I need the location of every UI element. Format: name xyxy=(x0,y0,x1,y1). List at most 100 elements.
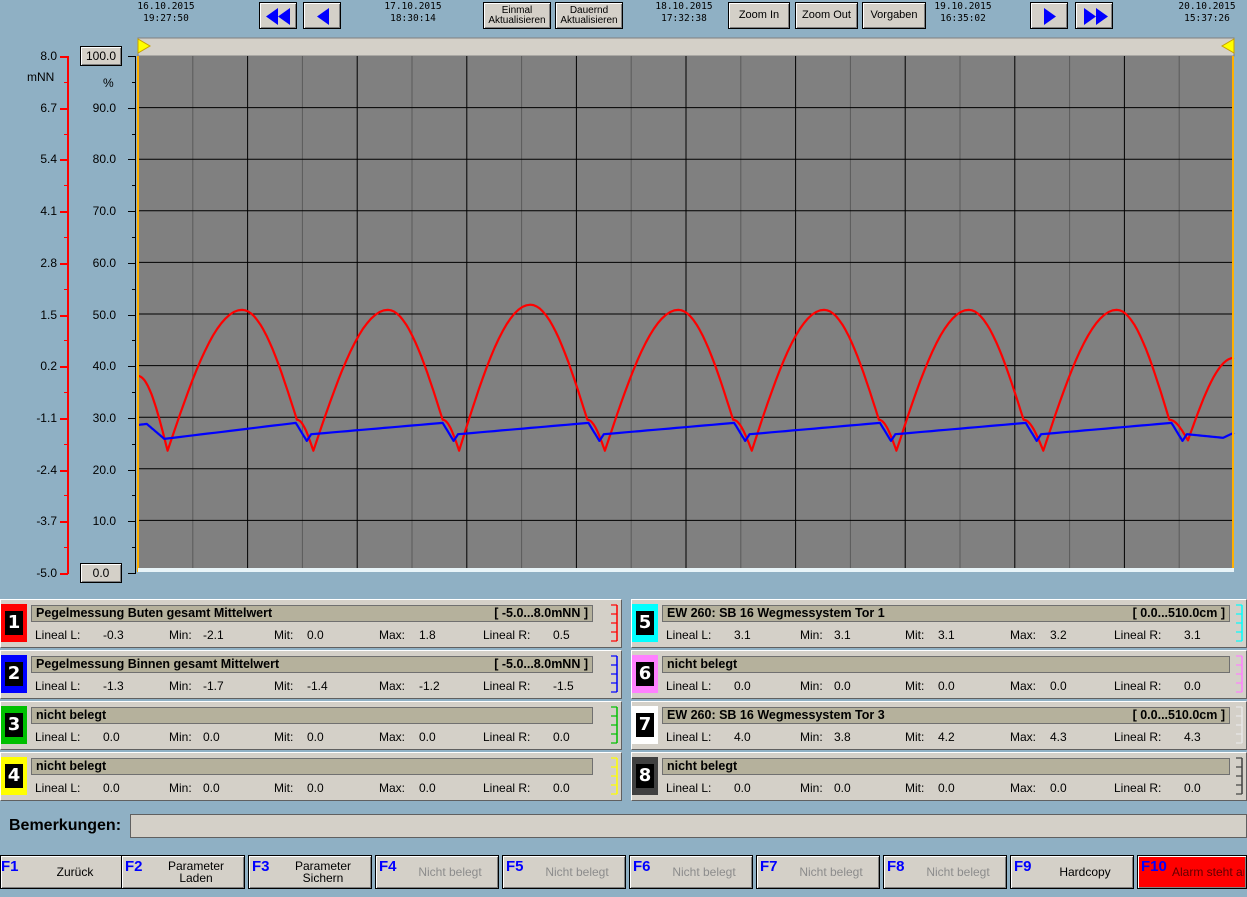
stat-value-mit: 3.1 xyxy=(938,628,955,642)
pct-axis-tick-label: 70.0 xyxy=(92,204,116,219)
fkey-f1-button[interactable]: F1 Zurück xyxy=(0,855,124,889)
channel-name: Pegelmessung Buten gesamt Mittelwert [ -5… xyxy=(31,605,593,622)
plot-grid xyxy=(138,56,1234,572)
channel-scale-indicator xyxy=(611,706,618,744)
fkey-f4-button[interactable]: F4 Nicht belegt xyxy=(375,855,499,889)
left-axis-tick xyxy=(60,521,68,524)
fkey-f3-button[interactable]: F3 Parameter Sichern xyxy=(248,855,372,889)
pct-axis-tick-label: 20.0 xyxy=(92,462,116,477)
stat-label-min: Min: xyxy=(800,781,823,795)
stat-value-max: 0.0 xyxy=(1050,679,1067,693)
pct-max-box: 100.0 xyxy=(80,46,122,66)
pct-axis-tick-label: 90.0 xyxy=(92,100,116,115)
fkey-f8-button[interactable]: F8 Nicht belegt xyxy=(883,855,1007,889)
pct-axis-tick-label: 40.0 xyxy=(92,359,116,374)
timeline-label-4: 20.10.2015 15:37:26 xyxy=(1178,1,1236,24)
left-axis-tick-label: 0.2 xyxy=(40,359,57,374)
remarks-input[interactable] xyxy=(130,814,1247,838)
channel-panel-3[interactable]: 3 nicht belegt Lineal L: 0.0 Min: 0.0 Mit: 0.0 M… xyxy=(0,701,622,750)
fkey-label: F5 xyxy=(506,858,524,875)
stat-label-mit: Mit: xyxy=(274,781,294,795)
channel-panel-4[interactable]: 4 nicht belegt Lineal L: 0.0 Min: 0.0 Mit: 0.0 M… xyxy=(0,752,622,801)
channel-scale-indicator xyxy=(1236,655,1243,693)
channel-panel-5[interactable]: 5 EW 260: SB 16 Wegmessystem Tor 1 [ 0.0..… xyxy=(631,599,1247,648)
channel-number-badge[interactable]: 3 xyxy=(1,706,27,744)
fkey-text: Parameter Laden xyxy=(167,859,225,885)
stat-label-max: Max: xyxy=(1010,730,1037,744)
scroll-right-button[interactable] xyxy=(1030,2,1068,29)
fkey-f2-button[interactable]: F2 Parameter Laden xyxy=(121,855,245,889)
fkey-f9-button[interactable]: F9 Hardcopy xyxy=(1010,855,1134,889)
channel-panel-1[interactable]: 1 Pegelmessung Buten gesamt Mittelwert [ -… xyxy=(0,599,622,648)
stat-label-mit: Mit: xyxy=(905,628,925,642)
left-axis-tick-label: 2.8 xyxy=(40,255,57,270)
fkey-f7-button[interactable]: F7 Nicht belegt xyxy=(756,855,880,889)
stat-value-lineal-l: -0.3 xyxy=(103,628,124,642)
stat-value-min: 0.0 xyxy=(203,730,220,744)
fkey-text: Hardcopy xyxy=(1059,865,1111,879)
pct-axis-tick-label: 10.0 xyxy=(92,514,116,529)
vorgaben-button[interactable]: Vorgaben xyxy=(862,2,926,29)
channel-scale-indicator xyxy=(611,655,618,693)
left-axis-tick xyxy=(60,417,68,420)
channel-number-badge[interactable]: 5 xyxy=(632,604,658,642)
scroll-first-button[interactable] xyxy=(259,2,297,29)
channel-number-badge[interactable]: 8 xyxy=(632,757,658,795)
stat-label-lineal-r: Lineal R: xyxy=(483,628,531,642)
channel-number-badge[interactable]: 1 xyxy=(1,604,27,642)
pct-min-box: 0.0 xyxy=(80,563,122,583)
channel-name: EW 260: SB 16 Wegmessystem Tor 1 [ 0.0...… xyxy=(662,605,1230,622)
channel-number-badge[interactable]: 2 xyxy=(1,655,27,693)
stat-value-lineal-r: 0.0 xyxy=(553,730,570,744)
channel-panel-8[interactable]: 8 nicht belegt Lineal L: 0.0 Min: 0.0 Mit: 0.0 M… xyxy=(631,752,1247,801)
stat-label-max: Max: xyxy=(1010,679,1037,693)
stat-value-lineal-l: -1.3 xyxy=(103,679,124,693)
left-axis-tick xyxy=(60,159,68,162)
fkey-label: F1 xyxy=(1,858,19,875)
channel-number: 5 xyxy=(636,611,654,635)
left-axis-minor-tick xyxy=(64,340,68,342)
fkey-f10-button[interactable]: F10 Alarm steht an xyxy=(1137,855,1247,889)
stat-value-min: -1.7 xyxy=(203,679,224,693)
channel-panel-6[interactable]: 6 nicht belegt Lineal L: 0.0 Min: 0.0 Mit: 0.0 M… xyxy=(631,650,1247,699)
fkey-f6-button[interactable]: F6 Nicht belegt xyxy=(629,855,753,889)
stat-value-max: 1.8 xyxy=(419,628,436,642)
scroll-left-button[interactable] xyxy=(303,2,341,29)
channel-name: nicht belegt xyxy=(662,758,1230,775)
einmal-aktualisieren-button[interactable]: Einmal Aktualisieren xyxy=(483,2,551,29)
fkey-f5-button[interactable]: F5 Nicht belegt xyxy=(502,855,626,889)
stat-label-min: Min: xyxy=(800,730,823,744)
stat-label-lineal-l: Lineal L: xyxy=(666,730,712,744)
stat-value-lineal-l: 3.1 xyxy=(734,628,751,642)
remarks-label: Bemerkungen: xyxy=(9,817,122,834)
right-arrow-icon xyxy=(1044,8,1056,25)
stat-value-mit: 0.0 xyxy=(938,679,955,693)
channel-range: [ -5.0...8.0mNN ] xyxy=(494,657,588,671)
left-arrow-icon xyxy=(317,8,329,25)
left-axis-minor-tick xyxy=(64,547,68,549)
channel-name: nicht belegt xyxy=(31,707,593,724)
channel-number-badge[interactable]: 6 xyxy=(632,655,658,693)
stat-label-mit: Mit: xyxy=(905,730,925,744)
stat-value-min: 3.8 xyxy=(834,730,851,744)
zoom-out-button[interactable]: Zoom Out xyxy=(795,2,858,29)
zoom-in-button[interactable]: Zoom In xyxy=(728,2,790,29)
channel-number-badge[interactable]: 4 xyxy=(1,757,27,795)
left-axis-tick-label: 5.4 xyxy=(40,152,57,167)
channel-panel-2[interactable]: 2 Pegelmessung Binnen gesamt Mittelwert [ … xyxy=(0,650,622,699)
channel-range: [ 0.0...510.0cm ] xyxy=(1132,708,1225,722)
trend-chart[interactable] xyxy=(136,36,1237,576)
timeline-label-1: 17.10.2015 18:30:14 xyxy=(384,1,442,24)
timeline-label-3: 19.10.2015 16:35:02 xyxy=(934,1,992,24)
left-axis-minor-tick xyxy=(64,81,68,83)
left-axis-tick xyxy=(60,366,68,369)
scroll-last-button[interactable] xyxy=(1075,2,1113,29)
left-axis-minor-tick xyxy=(64,495,68,497)
stat-value-lineal-r: 0.0 xyxy=(553,781,570,795)
dauernd-aktualisieren-button[interactable]: Dauernd Aktualisieren xyxy=(555,2,623,29)
stat-value-lineal-l: 0.0 xyxy=(103,730,120,744)
channel-panel-7[interactable]: 7 EW 260: SB 16 Wegmessystem Tor 3 [ 0.0..… xyxy=(631,701,1247,750)
stat-label-max: Max: xyxy=(379,730,406,744)
channel-number-badge[interactable]: 7 xyxy=(632,706,658,744)
pct-axis-unit: % xyxy=(103,76,114,90)
